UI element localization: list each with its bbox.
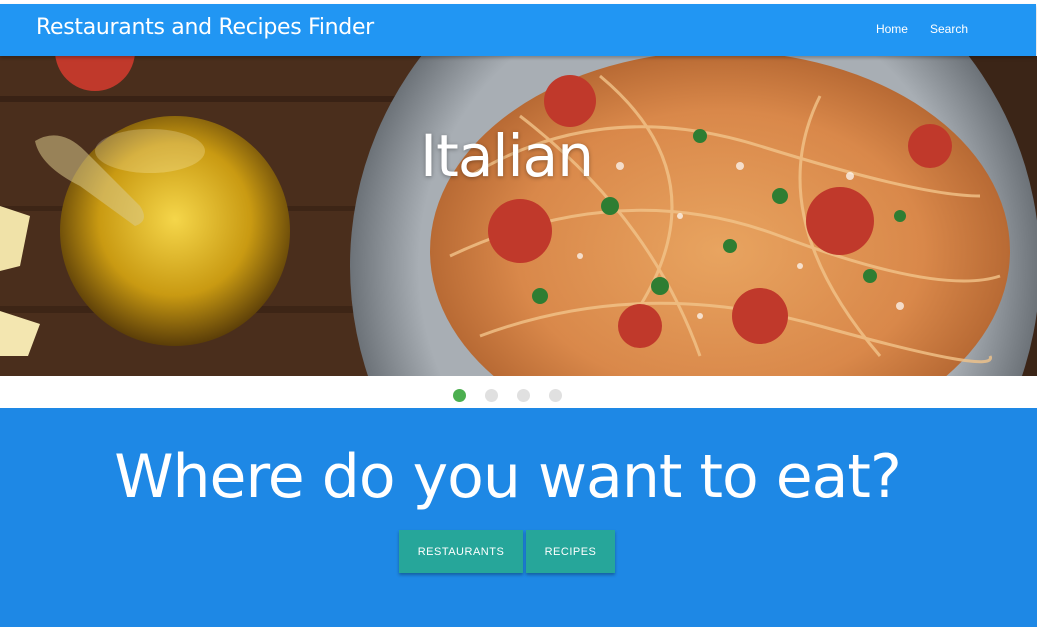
- navbar: Restaurants and Recipes Finder Home Sear…: [0, 4, 1036, 56]
- carousel[interactable]: Italian: [0, 56, 1037, 376]
- nav-links: Home Search: [876, 22, 968, 36]
- restaurants-button[interactable]: RESTAURANTS: [399, 530, 523, 573]
- nav-home-link[interactable]: Home: [876, 22, 908, 36]
- hero-section: Where do you want to eat? RESTAURANTS RE…: [0, 408, 1037, 627]
- slide-image: [0, 56, 1037, 376]
- indicator-dot-2[interactable]: [485, 389, 498, 402]
- hero-title: Where do you want to eat?: [114, 442, 902, 512]
- indicator-dot-3[interactable]: [517, 389, 530, 402]
- brand-logo[interactable]: Restaurants and Recipes Finder: [36, 15, 374, 40]
- indicator-dot-1[interactable]: [453, 389, 466, 402]
- recipes-button[interactable]: RECIPES: [526, 530, 615, 573]
- slide-title: Italian: [420, 122, 594, 190]
- indicator-dot-4[interactable]: [549, 389, 562, 402]
- carousel-indicators: [0, 376, 1037, 408]
- nav-search-link[interactable]: Search: [930, 22, 968, 36]
